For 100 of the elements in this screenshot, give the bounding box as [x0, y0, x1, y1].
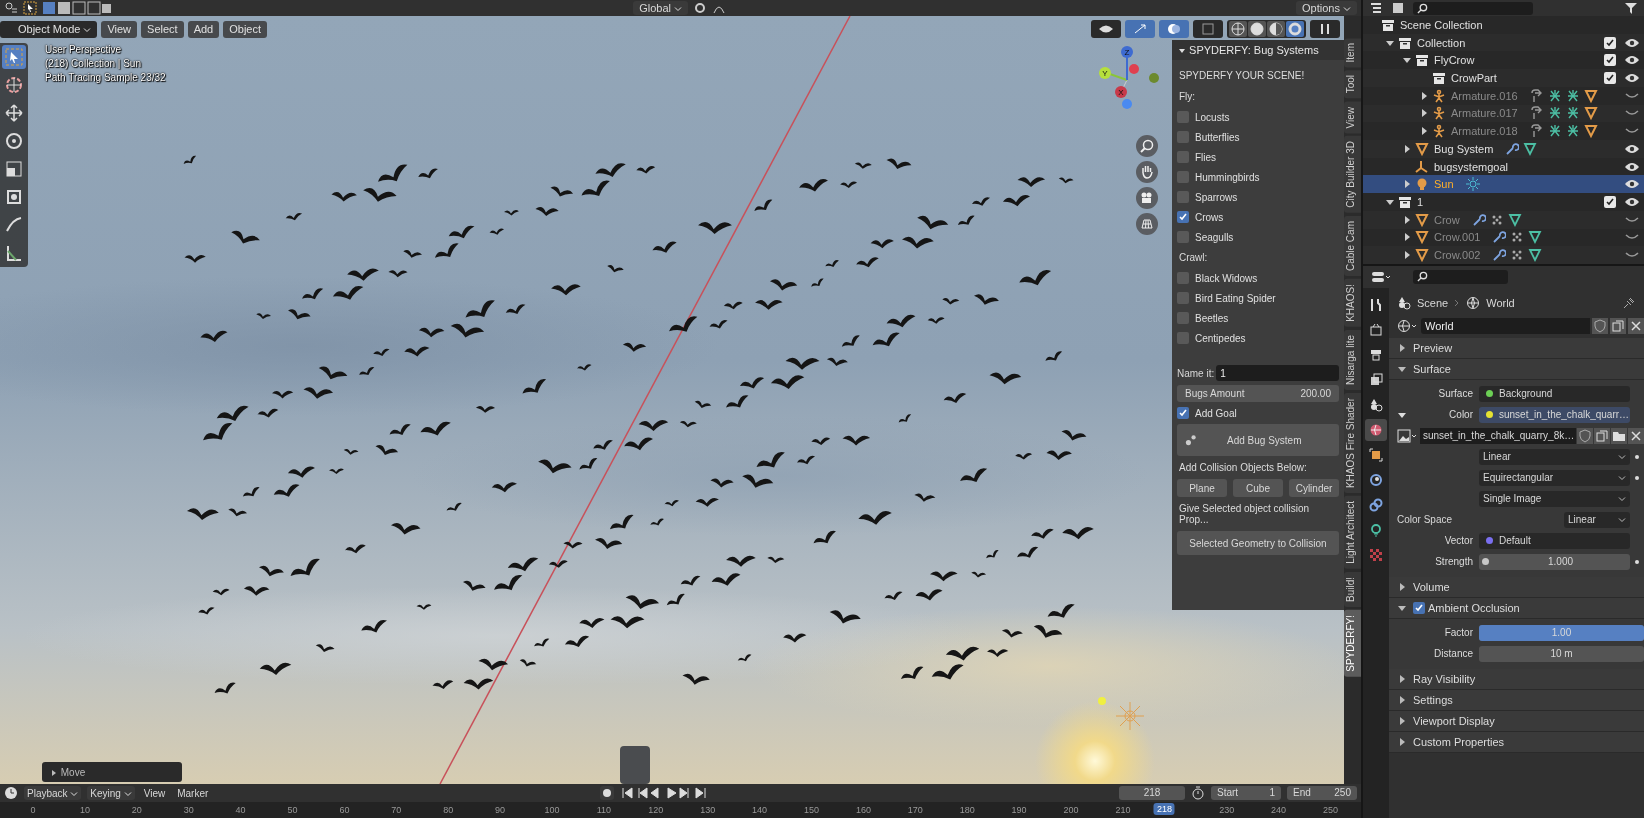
options-dropdown[interactable]: Options	[1296, 1, 1357, 15]
sidebar-tab[interactable]: KHAOS Fire Shader	[1344, 392, 1361, 493]
exclude-checkbox[interactable]	[1604, 196, 1616, 209]
outliner-item[interactable]: Bug System	[1434, 142, 1494, 155]
menu-button[interactable]: Select	[141, 20, 184, 38]
xray-toggle-icon[interactable]	[1193, 20, 1223, 38]
mode-dropdown[interactable]: Object Mode	[0, 20, 98, 38]
checkbox[interactable]: Sparrows	[1177, 188, 1339, 206]
pin-icon[interactable]	[1622, 296, 1636, 310]
section-header[interactable]: Surface	[1389, 359, 1644, 380]
outliner-item[interactable]: CrowPart	[1451, 72, 1497, 84]
world-browse-icon[interactable]	[1397, 319, 1419, 333]
clock-icon[interactable]	[4, 786, 18, 800]
name-input-field[interactable]: 1	[1216, 365, 1339, 381]
select-tool-icon[interactable]	[23, 1, 37, 15]
solid-shading-icon[interactable]	[1248, 21, 1266, 37]
dropdown[interactable]: Equirectangular	[1479, 469, 1630, 486]
checkbox[interactable]: Butterflies	[1177, 128, 1339, 146]
checkbox[interactable]: Bird Eating Spider	[1177, 289, 1339, 307]
panel-header[interactable]: SPYDERFY: Bug Systems	[1172, 40, 1344, 60]
checkbox[interactable]: Add Goal	[1177, 404, 1339, 422]
outliner-item[interactable]: Armature.017	[1451, 107, 1518, 120]
image-browse-icon[interactable]	[1397, 428, 1419, 443]
image-name-field[interactable]: sunset_in_the_chalk_quarry_8k…	[1420, 427, 1576, 444]
stopwatch-icon[interactable]	[1191, 786, 1205, 800]
material-shading-icon[interactable]	[1267, 21, 1285, 37]
sidebar-tab[interactable]: Light Architect	[1344, 495, 1361, 569]
strength-field[interactable]: 1.000	[1479, 553, 1630, 570]
exclude-checkbox[interactable]	[1604, 36, 1616, 49]
checkbox[interactable]: Beetles	[1177, 309, 1339, 327]
light-handle-icon[interactable]	[1098, 697, 1106, 705]
gizmo-toggle-icon[interactable]	[1125, 20, 1155, 38]
section-header[interactable]: Viewport Display	[1389, 711, 1644, 732]
checkbox[interactable]: Crows	[1177, 208, 1339, 226]
sidebar-tab[interactable]: View	[1344, 101, 1361, 134]
world-name-field[interactable]: World	[1421, 318, 1590, 334]
section-header[interactable]: Custom Properties	[1389, 732, 1644, 753]
camera-icon[interactable]	[1136, 187, 1158, 209]
grid-icon[interactable]	[1136, 213, 1158, 235]
checkbox[interactable]: Locusts	[1177, 108, 1339, 126]
eye-icon[interactable]	[1624, 142, 1640, 155]
timeline-menu-button[interactable]: Playback	[24, 786, 82, 800]
timeline-menu-button[interactable]: Keying	[87, 786, 135, 800]
breadcrumb-item[interactable]: Scene	[1417, 297, 1449, 309]
overlay-toggle-icon[interactable]	[1159, 20, 1189, 38]
bugs-amount-field[interactable]: Bugs Amount 200.00	[1177, 385, 1339, 402]
sidebar-tab[interactable]: Cable Cam	[1344, 216, 1361, 277]
eye-icon[interactable]	[1624, 54, 1640, 67]
section-header[interactable]: Preview	[1389, 338, 1644, 359]
display-mode-icon[interactable]	[1369, 1, 1383, 15]
record-icon[interactable]	[600, 786, 615, 800]
outliner-item[interactable]: bugsystemgoal	[1434, 160, 1508, 173]
outliner-item[interactable]: Sun	[1434, 178, 1454, 191]
timeline-menu-button[interactable]: Marker	[174, 786, 212, 800]
menu-button[interactable]: Add	[187, 20, 220, 38]
outliner-item[interactable]: 1	[1417, 196, 1424, 209]
eye-icon[interactable]	[1624, 36, 1640, 49]
search-field[interactable]	[1413, 1, 1533, 15]
exclude-checkbox[interactable]	[1604, 72, 1616, 84]
sidebar-tab[interactable]: City Builder 3D	[1344, 136, 1361, 213]
checkbox[interactable]: Black Widows	[1177, 269, 1339, 287]
collision-object-button[interactable]: Cube	[1233, 479, 1283, 497]
filter-view-icon[interactable]	[1391, 1, 1405, 15]
eye-icon[interactable]	[1624, 196, 1640, 209]
dropdown[interactable]: Single Image	[1479, 490, 1630, 507]
rendered-shading-icon[interactable]	[1286, 21, 1304, 37]
editor-type-icon[interactable]	[1371, 270, 1393, 284]
current-frame-field[interactable]: 218	[1119, 786, 1185, 800]
breadcrumb-item[interactable]: World	[1486, 297, 1515, 309]
folder-icon[interactable]	[1611, 427, 1627, 444]
sidebar-tab[interactable]: Item	[1344, 38, 1361, 68]
outliner-item[interactable]: Scene Collection	[1400, 18, 1483, 31]
timeline-menu-button[interactable]: View	[140, 786, 169, 800]
collision-button[interactable]: Selected Geometry to Collision	[1177, 531, 1339, 555]
outliner-item[interactable]: Armature.018	[1451, 125, 1518, 138]
sidebar-tab[interactable]: KHAOS!	[1344, 279, 1361, 327]
hand-icon[interactable]	[1136, 161, 1158, 183]
snap-icon[interactable]	[693, 1, 708, 15]
dropdown[interactable]: Linear	[1564, 511, 1630, 528]
sidebar-tab[interactable]: Build!	[1344, 571, 1361, 607]
close-icon[interactable]	[1628, 318, 1644, 334]
outliner-item[interactable]: Crow.002	[1434, 249, 1481, 262]
zoom-icon[interactable]	[1136, 135, 1158, 157]
outliner-item[interactable]: FlyCrow	[1434, 54, 1475, 67]
keyframe-dot-icon[interactable]	[1635, 475, 1639, 480]
orientation-dropdown[interactable]: Global	[633, 1, 689, 15]
shield-icon[interactable]	[1577, 427, 1593, 444]
pause-icon[interactable]	[1310, 20, 1340, 38]
sidebar-tab[interactable]: SPYDERFY!	[1344, 609, 1361, 677]
outliner-item[interactable]: Armature.016	[1451, 89, 1518, 102]
checkbox[interactable]: Seagulls	[1177, 228, 1339, 246]
section-header[interactable]: Ray Visibility	[1389, 669, 1644, 690]
eye-icon[interactable]	[1624, 178, 1640, 191]
section-header[interactable]: Ambient Occlusion	[1389, 598, 1644, 619]
socket-field[interactable]: Default	[1479, 532, 1630, 549]
section-header[interactable]: Settings	[1389, 690, 1644, 711]
shield-icon[interactable]	[1592, 318, 1608, 334]
navigation-gizmo[interactable]: Z Y X	[1092, 40, 1162, 110]
visibility-icon[interactable]	[1091, 20, 1121, 38]
outliner-item[interactable]: Crow.001	[1434, 231, 1481, 244]
